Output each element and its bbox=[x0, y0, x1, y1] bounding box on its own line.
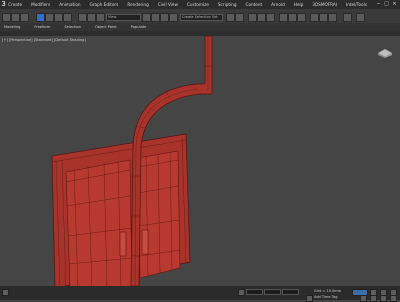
zoom-icon[interactable] bbox=[370, 295, 377, 302]
tab-freeform[interactable]: Freeform bbox=[34, 25, 50, 29]
select-object-icon[interactable] bbox=[36, 13, 45, 22]
menu-customize[interactable]: Customize bbox=[187, 2, 209, 7]
menu-civil-view[interactable]: Civil View bbox=[158, 2, 178, 7]
material-editor-icon[interactable] bbox=[297, 13, 306, 22]
ribbon-toggle-icon[interactable] bbox=[266, 13, 275, 22]
tab-object-paint[interactable]: Object Paint bbox=[95, 25, 117, 29]
menu-help[interactable]: Help bbox=[294, 2, 304, 7]
render-icon[interactable] bbox=[328, 13, 337, 22]
selection-set-dropdown[interactable]: Create Selection Set bbox=[180, 14, 223, 21]
orbit-icon[interactable] bbox=[380, 295, 387, 302]
undo-icon[interactable] bbox=[2, 13, 11, 22]
perspective-viewport[interactable]: [+] [Perspective] [Standard] [Default Sh… bbox=[0, 36, 400, 286]
scale-icon[interactable] bbox=[96, 13, 105, 22]
layer-explorer-icon[interactable] bbox=[257, 13, 266, 22]
percent-snap-icon[interactable] bbox=[169, 13, 178, 22]
x-coordinate-field[interactable] bbox=[246, 289, 263, 295]
door-model[interactable] bbox=[0, 36, 400, 286]
curve-editor-icon[interactable] bbox=[279, 13, 288, 22]
menu-bar: 3 Create Modifiers Animation Graph Edito… bbox=[0, 0, 400, 9]
angle-snap-icon[interactable] bbox=[160, 13, 169, 22]
menu-animation[interactable]: Animation bbox=[59, 2, 80, 7]
menu-graph-editors[interactable]: Graph Editors bbox=[90, 2, 119, 7]
reference-coord-dropdown[interactable]: View bbox=[106, 14, 141, 21]
tab-selection[interactable]: Selection bbox=[64, 25, 81, 29]
workspace-icon[interactable] bbox=[356, 13, 365, 22]
redo-icon[interactable] bbox=[11, 13, 20, 22]
mirror-icon[interactable] bbox=[226, 13, 235, 22]
tab-modeling[interactable]: Modeling bbox=[4, 25, 20, 29]
menu-tools[interactable]: Intel/Tools bbox=[346, 2, 367, 7]
menu-modifiers[interactable]: Modifiers bbox=[31, 2, 50, 7]
ribbon: Modeling Freeform Selection Object Paint… bbox=[0, 23, 400, 31]
y-coordinate-field[interactable] bbox=[264, 289, 281, 295]
close-button[interactable]: × bbox=[392, 2, 397, 7]
add-time-tag[interactable]: Add Time Tag bbox=[314, 295, 338, 299]
scene-explorer-icon[interactable] bbox=[248, 13, 257, 22]
minimize-button[interactable]: − bbox=[376, 2, 381, 7]
tab-populate[interactable]: Populate bbox=[131, 25, 147, 29]
z-coordinate-field[interactable] bbox=[282, 289, 299, 295]
align-icon[interactable] bbox=[235, 13, 244, 22]
lock-selection-icon[interactable] bbox=[238, 289, 245, 296]
link-icon[interactable] bbox=[20, 13, 29, 22]
rendered-frame-icon[interactable] bbox=[319, 13, 328, 22]
menu-plugin[interactable]: 3DSMOFRAI bbox=[312, 2, 337, 7]
window-crossing-icon[interactable] bbox=[63, 13, 72, 22]
door-handle-left bbox=[119, 231, 127, 257]
move-icon[interactable] bbox=[78, 13, 87, 22]
maximize-button[interactable]: □ bbox=[384, 2, 389, 7]
pivot-icon[interactable] bbox=[142, 13, 151, 22]
menu-content[interactable]: Content bbox=[246, 2, 263, 7]
rect-select-icon[interactable] bbox=[54, 13, 63, 22]
pan-icon[interactable] bbox=[390, 295, 397, 302]
window-controls: − □ × bbox=[376, 2, 400, 7]
set-key-icon[interactable] bbox=[360, 295, 367, 302]
menu-rendering[interactable]: Rendering bbox=[127, 2, 148, 7]
app-logo-icon[interactable]: 3 bbox=[0, 0, 7, 9]
maxscript-listener-icon[interactable] bbox=[2, 289, 9, 296]
menu-arnold[interactable]: Arnold bbox=[271, 2, 285, 7]
grid-size-text: Grid = 10.0mm bbox=[314, 289, 342, 293]
render-setup-icon[interactable] bbox=[310, 13, 319, 22]
snap-icon[interactable] bbox=[151, 13, 160, 22]
rotate-icon[interactable] bbox=[87, 13, 96, 22]
time-tag-icon[interactable] bbox=[306, 295, 313, 302]
menu-scripting[interactable]: Scripting bbox=[218, 2, 237, 7]
select-by-name-icon[interactable] bbox=[45, 13, 54, 22]
schematic-view-icon[interactable] bbox=[288, 13, 297, 22]
menu-create[interactable]: Create bbox=[8, 2, 22, 7]
door-handle-right bbox=[141, 229, 149, 255]
arnold-icon[interactable] bbox=[343, 13, 352, 22]
